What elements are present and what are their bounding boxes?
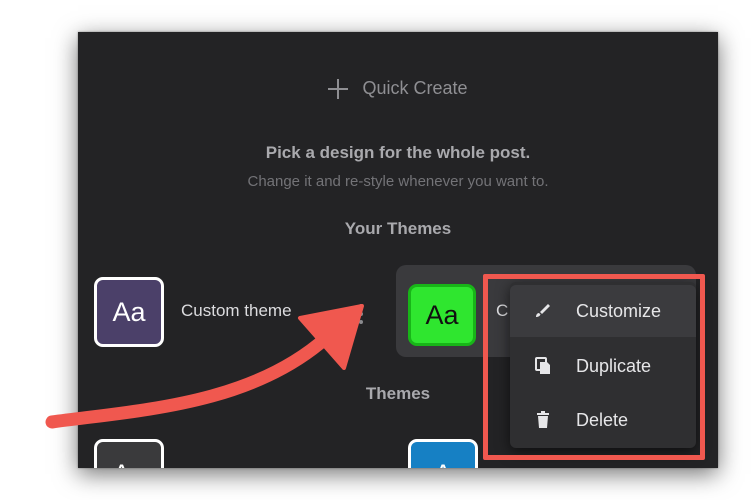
annotation-arrow [45,304,364,429]
